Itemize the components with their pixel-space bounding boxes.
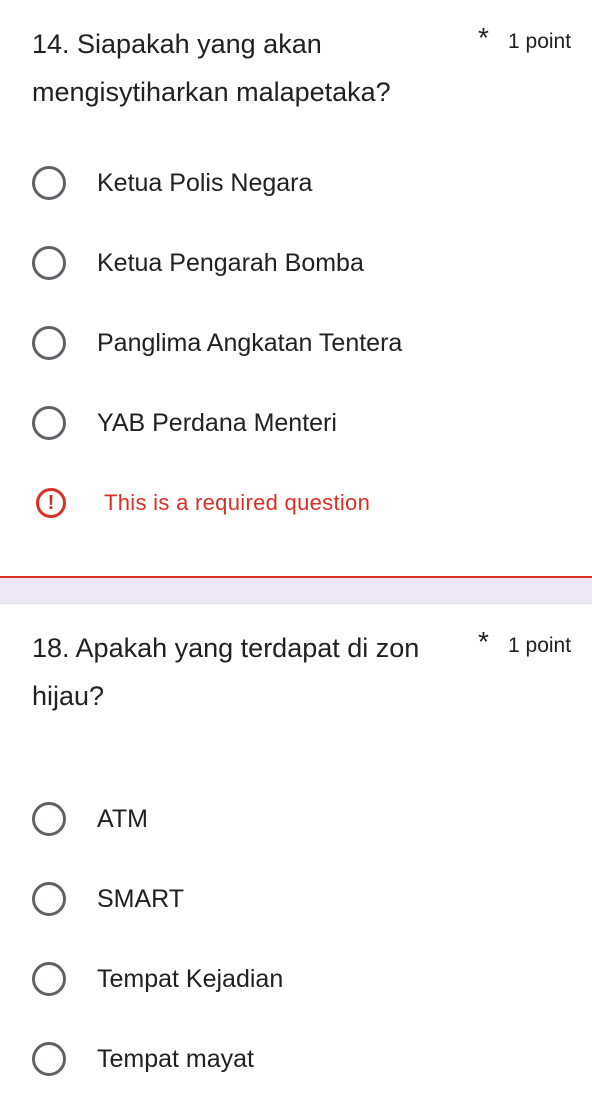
option-label: Ketua Pengarah Bomba (97, 248, 364, 277)
radio-button[interactable] (32, 326, 66, 360)
option-label: SMART (97, 884, 185, 913)
radio-button[interactable] (32, 246, 66, 280)
radio-option[interactable]: YAB Perdana Menteri (32, 399, 552, 447)
radio-button[interactable] (32, 406, 66, 440)
exclamation-icon: ! (36, 488, 66, 518)
required-asterisk: * (478, 626, 489, 657)
option-label: Panglima Angkatan Tentera (97, 328, 403, 357)
question-title: 14. Siapakah yang akan mengisytiharkan m… (32, 29, 391, 107)
required-asterisk: * (478, 22, 489, 53)
option-label: ATM (97, 804, 148, 833)
radio-option[interactable]: Tempat mayat (32, 1035, 552, 1083)
option-label: Tempat Kejadian (97, 964, 284, 993)
radio-option[interactable]: SMART (32, 875, 552, 923)
question-card: 18. Apakah yang terdapat di zon hijau? *… (0, 603, 592, 1110)
points-label: 1 point (508, 30, 572, 53)
error-message: ! This is a required question (36, 484, 370, 522)
radio-button[interactable] (32, 882, 66, 916)
radio-button[interactable] (32, 1042, 66, 1076)
error-text: This is a required question (104, 490, 371, 515)
radio-option[interactable]: ATM (32, 795, 552, 843)
option-label: Ketua Polis Negara (97, 168, 313, 197)
radio-option[interactable]: Ketua Pengarah Bomba (32, 239, 552, 287)
radio-button[interactable] (32, 962, 66, 996)
radio-button[interactable] (32, 802, 66, 836)
radio-button[interactable] (32, 166, 66, 200)
option-label: Tempat mayat (97, 1044, 255, 1073)
points-label: 1 point (508, 634, 572, 657)
radio-option[interactable]: Ketua Polis Negara (32, 159, 552, 207)
question-title: 18. Apakah yang terdapat di zon hijau? (32, 633, 420, 711)
option-label: YAB Perdana Menteri (97, 408, 337, 437)
radio-option[interactable]: Panglima Angkatan Tentera (32, 319, 552, 367)
question-card: 14. Siapakah yang akan mengisytiharkan m… (0, 0, 592, 578)
radio-option[interactable]: Tempat Kejadian (32, 955, 552, 1003)
